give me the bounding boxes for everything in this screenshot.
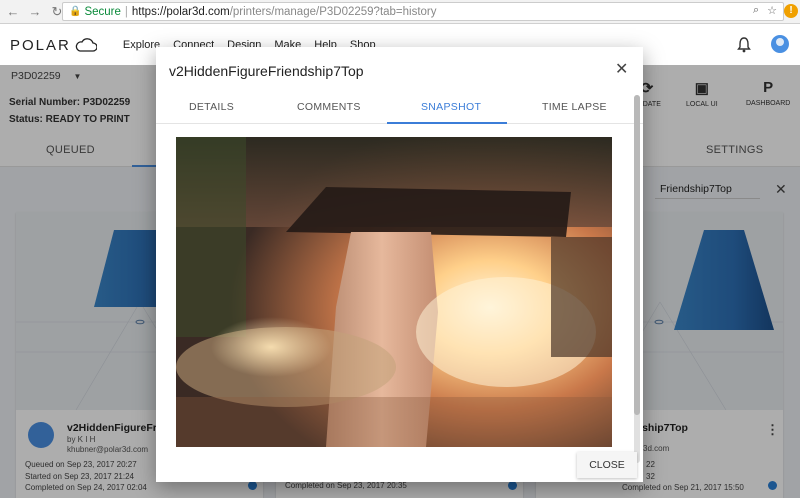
dialog-scrollbar[interactable] — [634, 95, 640, 463]
lock-icon: 🔒 — [69, 6, 82, 17]
address-bar[interactable]: 🔒 Secure | https://polar3d.com/printers/… — [62, 2, 784, 21]
active-tab-indicator — [387, 122, 507, 124]
omnibox-icons: ⌕ ☆ — [753, 4, 777, 17]
zoom-icon[interactable]: ⌕ — [753, 4, 759, 17]
dialog-title: v2HiddenFigureFriendship7Top — [169, 63, 364, 79]
bell-icon[interactable] — [737, 37, 751, 53]
forward-icon[interactable]: → — [26, 3, 44, 21]
polar-logo[interactable]: POLAR — [10, 37, 97, 54]
snapshot-image — [176, 137, 612, 447]
url-host: https://polar3d.com — [131, 5, 230, 18]
logo-text: POLAR — [10, 36, 71, 54]
separator: | — [124, 5, 128, 18]
tab-time-lapse[interactable]: TIME LAPSE — [542, 101, 607, 113]
close-icon[interactable]: ✕ — [615, 59, 628, 79]
tab-details[interactable]: DETAILS — [189, 101, 234, 113]
close-button[interactable]: CLOSE — [577, 452, 637, 478]
back-icon[interactable]: ← — [4, 3, 22, 21]
print-details-dialog: v2HiddenFigureFriendship7Top ✕ DETAILS C… — [156, 47, 643, 482]
url-path: /printers/manage/P3D02259?tab=history — [229, 5, 437, 18]
user-avatar[interactable] — [771, 35, 789, 53]
scrollbar-thumb[interactable] — [634, 95, 640, 415]
dialog-tabs: DETAILS COMMENTS SNAPSHOT TIME LAPSE — [156, 92, 643, 124]
cloud-icon — [75, 38, 97, 52]
extension-alert-icon[interactable]: ! — [784, 4, 798, 18]
tab-snapshot[interactable]: SNAPSHOT — [421, 101, 481, 113]
browser-toolbar: ← → ↻ 🔒 Secure | https://polar3d.com/pri… — [0, 0, 800, 24]
bookmark-star-icon[interactable]: ☆ — [767, 4, 777, 17]
nav-explore[interactable]: Explore — [123, 39, 160, 51]
tab-comments[interactable]: COMMENTS — [297, 101, 361, 113]
secure-label: Secure — [84, 5, 121, 18]
print-snapshot-photo — [176, 137, 612, 447]
